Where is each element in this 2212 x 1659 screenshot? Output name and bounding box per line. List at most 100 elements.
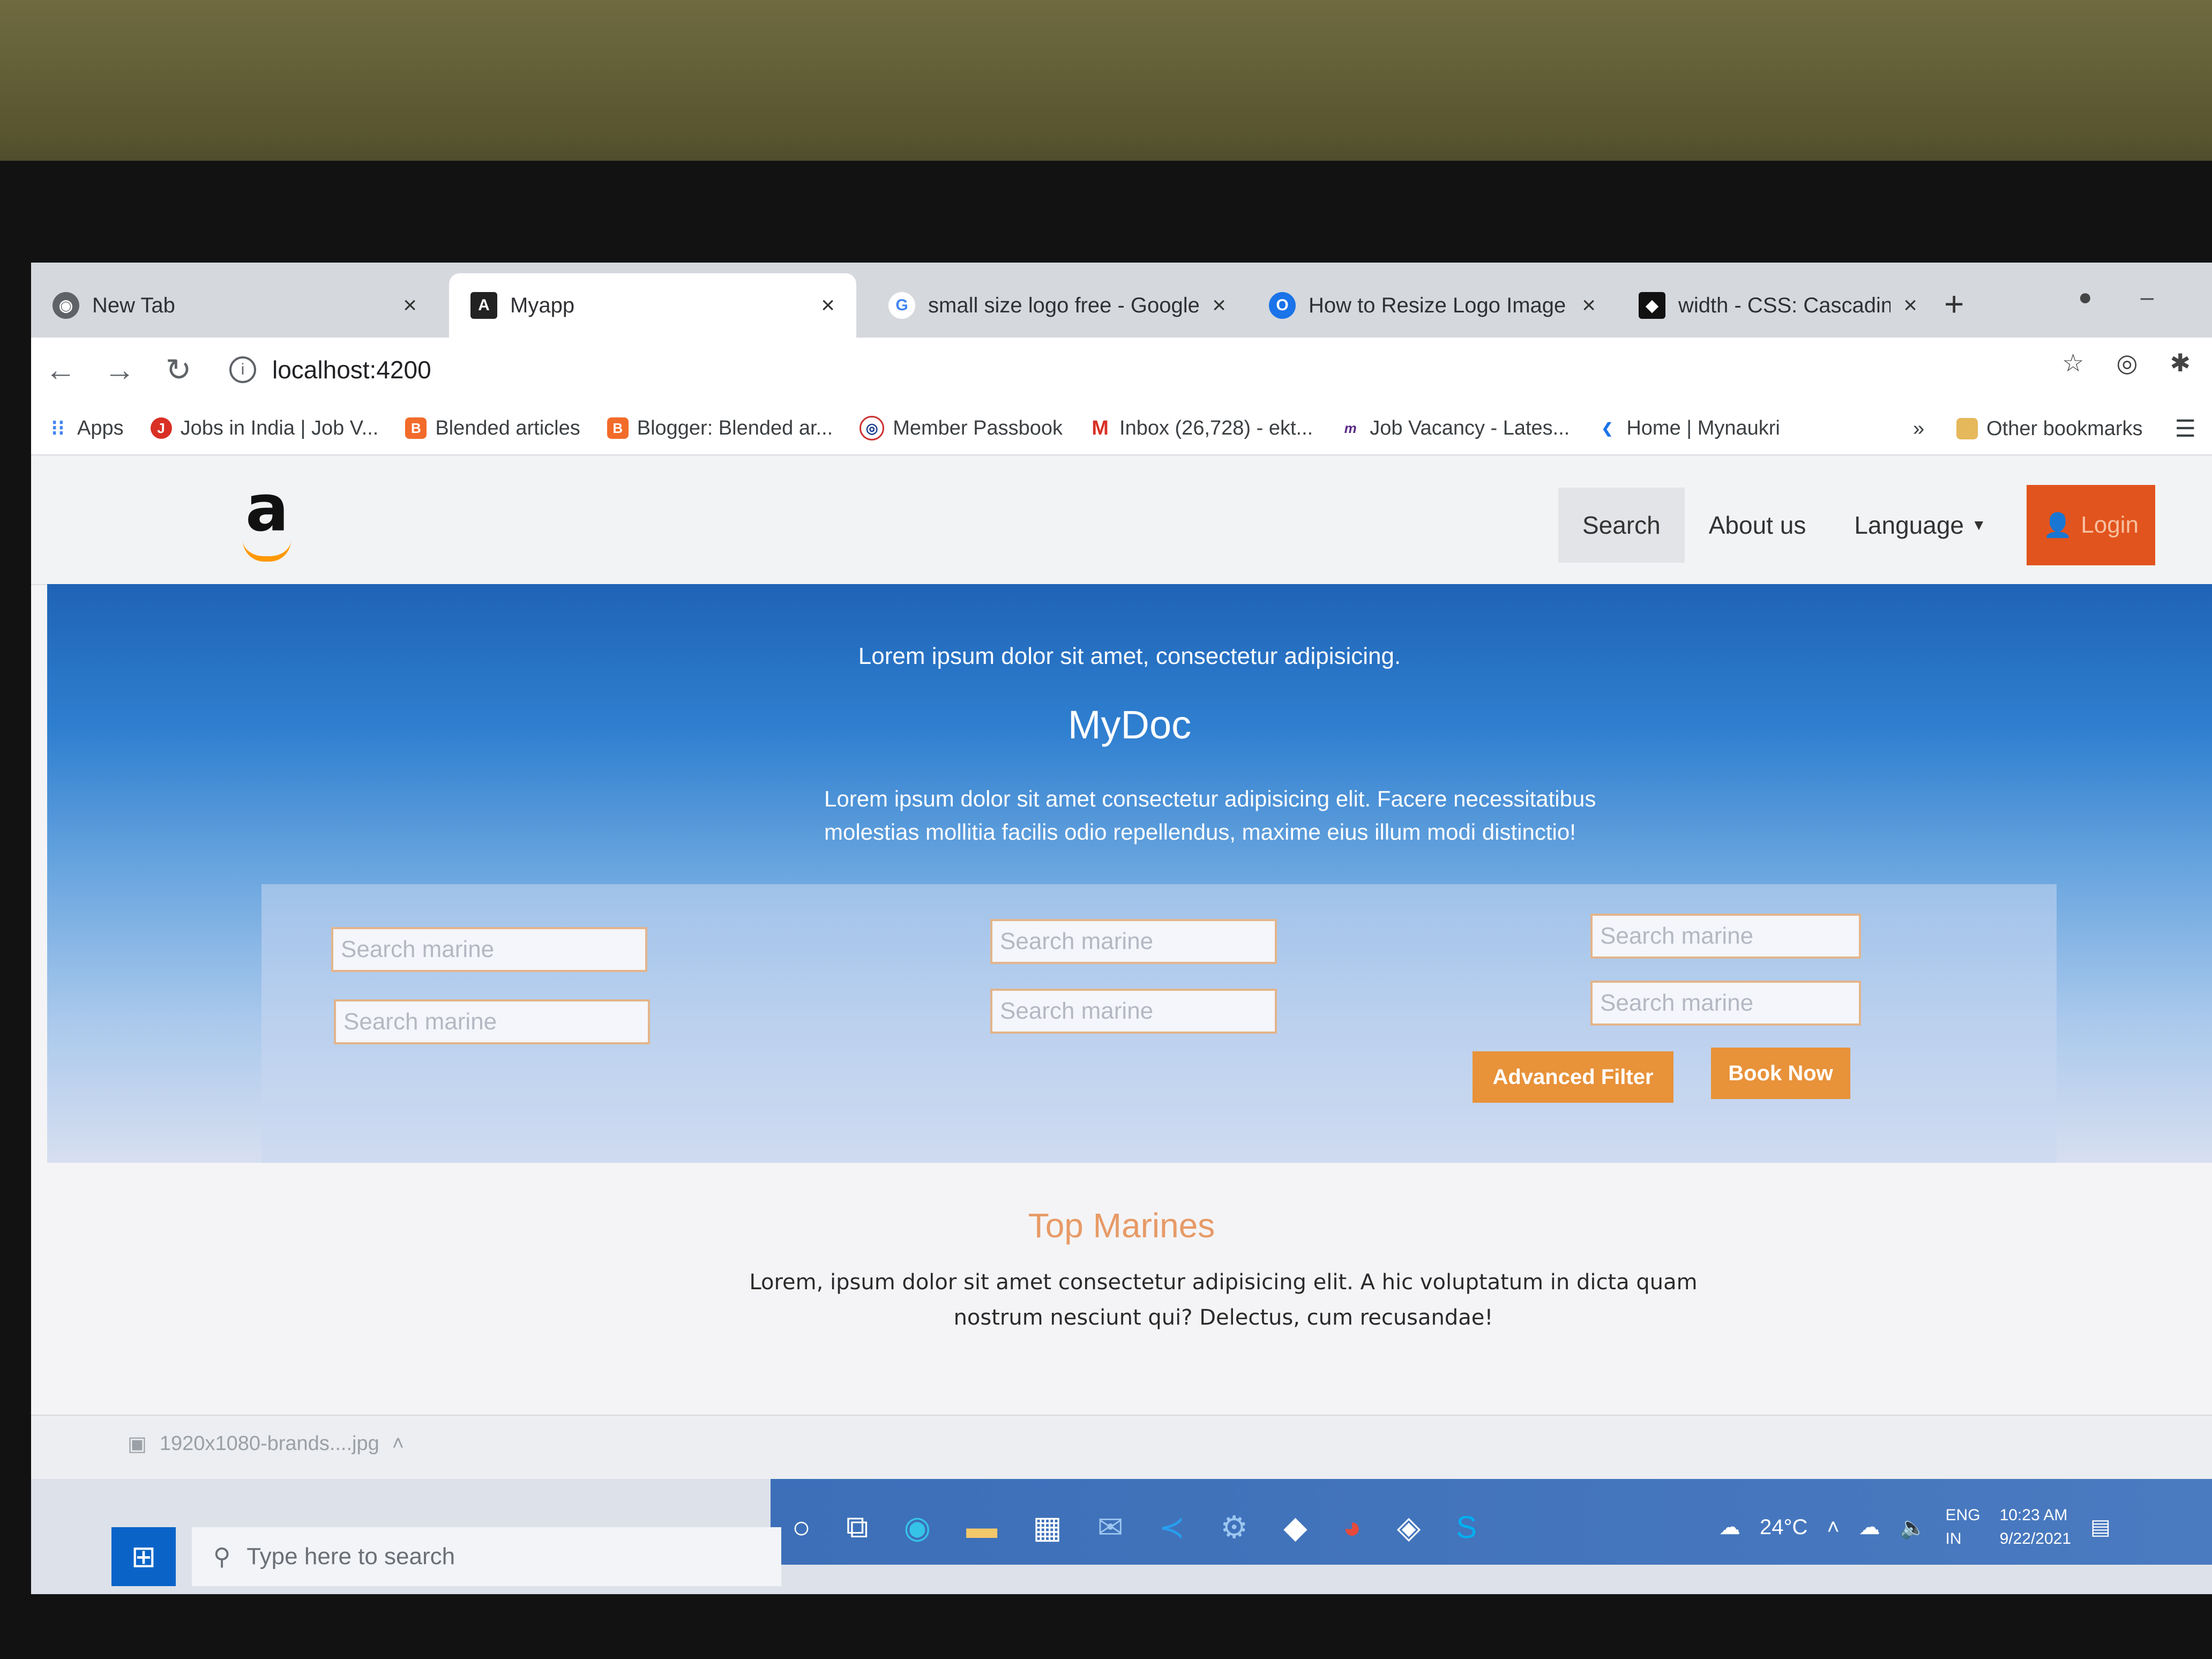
new-tab-button[interactable]: +	[1944, 284, 1964, 324]
file-explorer-icon[interactable]: ▬	[966, 1509, 997, 1545]
eye-icon[interactable]: ◈	[1397, 1509, 1421, 1545]
bookmark-blogger[interactable]: B Blogger: Blended ar...	[607, 417, 833, 440]
star-icon[interactable]: ☆	[2062, 348, 2084, 377]
settings-icon[interactable]: ⚙	[1220, 1509, 1248, 1545]
epfo-icon: ◎	[860, 416, 885, 440]
nav-language-dropdown[interactable]: Language ▼	[1830, 488, 2010, 563]
clock-date: 9/22/2021	[1999, 1530, 2072, 1548]
bookmark-mynaukri[interactable]: ❮ Home | Mynaukri	[1596, 417, 1780, 440]
bookmark-label: Home | Mynaukri	[1626, 416, 1780, 439]
forward-icon[interactable]: →	[90, 352, 149, 388]
region-code: IN	[1945, 1530, 1962, 1548]
language-indicator[interactable]: ENG IN	[1946, 1504, 1981, 1551]
volume-icon[interactable]: 🔈	[1900, 1515, 1926, 1540]
bookmarks-bar: ⁝⁝ Apps J Jobs in India | Job V... B Ble…	[31, 349, 2212, 455]
weather-cloud-icon: ☁	[1719, 1515, 1740, 1539]
tab-mdn[interactable]: ◆ width - CSS: Cascading Style ×	[1617, 273, 1939, 338]
bookmark-apps[interactable]: ⁝⁝ Apps	[47, 416, 123, 440]
bookmark-member-passbook[interactable]: ◎ Member Passbook	[860, 416, 1063, 440]
close-icon[interactable]: ×	[1582, 292, 1596, 319]
nav-search[interactable]: Search	[1558, 488, 1685, 563]
tab-resize-logo[interactable]: O How to Resize Logo Image in ×	[1247, 273, 1617, 338]
search-marine-input-5[interactable]	[1590, 914, 1861, 959]
task-view-icon[interactable]: ⧉	[846, 1509, 868, 1545]
close-icon[interactable]: ×	[1903, 292, 1917, 319]
tab-title: How to Resize Logo Image in	[1309, 293, 1570, 317]
bookmark-jobs-in-india[interactable]: J Jobs in India | Job V...	[150, 417, 378, 440]
skype-icon[interactable]: S	[1456, 1509, 1477, 1545]
tab-google[interactable]: G small size logo free - Google ×	[867, 273, 1247, 338]
chevron-up-icon[interactable]: ˄	[392, 1432, 404, 1455]
close-icon[interactable]: ×	[1212, 292, 1226, 319]
cortana-icon[interactable]: ○	[792, 1509, 811, 1545]
language-code: ENG	[1945, 1506, 1981, 1524]
notification-icon[interactable]: ▤	[2090, 1515, 2111, 1540]
search-marine-input-6[interactable]	[1590, 981, 1861, 1026]
nav-links: Search About us Language ▼ 👤 Login	[1558, 485, 2155, 565]
monster-icon: m	[1340, 417, 1362, 439]
bookmark-blended-articles[interactable]: B Blended articles	[405, 417, 580, 440]
hero-description: Lorem ipsum dolor sit amet consectetur a…	[824, 786, 1596, 845]
tab-title: New Tab	[92, 293, 175, 317]
close-icon[interactable]: ×	[403, 292, 417, 319]
login-button[interactable]: 👤 Login	[2026, 485, 2155, 565]
download-shelf: ▣ 1920x1080-brands....jpg ˄	[31, 1415, 2212, 1480]
tab-title: width - CSS: Cascading Style	[1678, 293, 1891, 317]
mail-icon[interactable]: ✉	[1097, 1509, 1124, 1545]
download-item[interactable]: ▣ 1920x1080-brands....jpg ˄	[128, 1432, 404, 1456]
reload-icon[interactable]: ↻	[149, 352, 208, 388]
book-now-button[interactable]: Book Now	[1711, 1048, 1850, 1099]
section-title: Top Marines	[1028, 1206, 1215, 1245]
clock[interactable]: 10:23 AM 9/22/2021	[2000, 1504, 2071, 1551]
chrome-taskbar-icon[interactable]: ◕	[1343, 1509, 1362, 1545]
edge-icon[interactable]: ◉	[903, 1509, 931, 1545]
caret-down-icon: ▼	[1971, 517, 1986, 533]
address-bar[interactable]: i localhost:4200	[229, 355, 431, 384]
tab-title: small size logo free - Google	[928, 293, 1200, 317]
more-bookmarks-button[interactable]: »	[1913, 417, 1924, 440]
screen: ◉ New Tab × A Myapp × G small size logo …	[31, 263, 2212, 1594]
tab-new-tab[interactable]: ◉ New Tab ×	[31, 273, 438, 338]
close-icon[interactable]: ×	[821, 292, 835, 319]
windows-taskbar: ⊞ ⚲ Type here to search ○ ⧉ ◉ ▬ ▦ ✉ ≺ ⚙ …	[31, 1479, 2212, 1594]
store-icon[interactable]: ▦	[1033, 1509, 1062, 1545]
search-marine-input-1[interactable]	[331, 927, 647, 972]
search-marine-input-3[interactable]	[990, 919, 1277, 964]
mdn-icon: ◆	[1639, 292, 1665, 319]
temperature[interactable]: 24°C	[1760, 1515, 1807, 1540]
mynaukri-icon: ❮	[1596, 417, 1618, 439]
other-bookmarks-folder[interactable]: Other bookmarks	[1956, 417, 2143, 440]
bookmark-job-vacancy[interactable]: m Job Vacancy - Lates...	[1340, 417, 1570, 440]
jobs-icon: J	[150, 417, 172, 439]
windows-start-button[interactable]: ⊞	[111, 1527, 176, 1586]
puzzle-icon[interactable]: ✱	[2170, 348, 2191, 377]
onedrive-icon[interactable]: ☁	[1859, 1515, 1880, 1540]
back-icon[interactable]: ←	[31, 352, 90, 388]
hero-title: MyDoc	[1067, 703, 1192, 747]
reading-list-icon[interactable]: ☰	[2175, 415, 2196, 443]
bookmark-label: Inbox (26,728) - ekt...	[1119, 416, 1313, 439]
taskbar-search[interactable]: ⚲ Type here to search	[192, 1527, 781, 1586]
search-marine-input-4[interactable]	[990, 989, 1277, 1034]
extension-circle-icon[interactable]: ◎	[2116, 348, 2138, 377]
nav-about[interactable]: About us	[1685, 488, 1830, 563]
info-icon[interactable]: i	[229, 356, 256, 383]
chevron-up-icon[interactable]: ˄	[1827, 1515, 1839, 1540]
search-marine-input-2[interactable]	[334, 999, 650, 1044]
window-controls: ● –	[2078, 284, 2154, 311]
minimize-icon[interactable]: –	[2141, 284, 2154, 311]
bookmark-label: Member Passbook	[893, 416, 1063, 439]
section-text: Lorem, ipsum dolor sit amet consectetur …	[749, 1270, 1698, 1330]
git-icon[interactable]: ◆	[1283, 1509, 1307, 1545]
advanced-filter-button[interactable]: Advanced Filter	[1473, 1051, 1673, 1103]
download-filename: 1920x1080-brands....jpg	[159, 1432, 379, 1455]
url-text: localhost:4200	[272, 356, 431, 384]
vscode-icon[interactable]: ≺	[1159, 1509, 1185, 1545]
tab-myapp[interactable]: A Myapp ×	[449, 273, 856, 338]
amazon-logo[interactable]: a	[245, 472, 289, 546]
blogger-icon: B	[607, 417, 629, 439]
bookmark-inbox[interactable]: M Inbox (26,728) - ekt...	[1089, 417, 1313, 440]
logo-smile-icon	[243, 540, 291, 562]
profile-icon[interactable]: ●	[2078, 284, 2093, 311]
system-tray: ☁ 24°C ˄ ☁ 🔈 ENG IN 10:23 AM 9/22/2021 ▤	[1719, 1490, 2111, 1565]
